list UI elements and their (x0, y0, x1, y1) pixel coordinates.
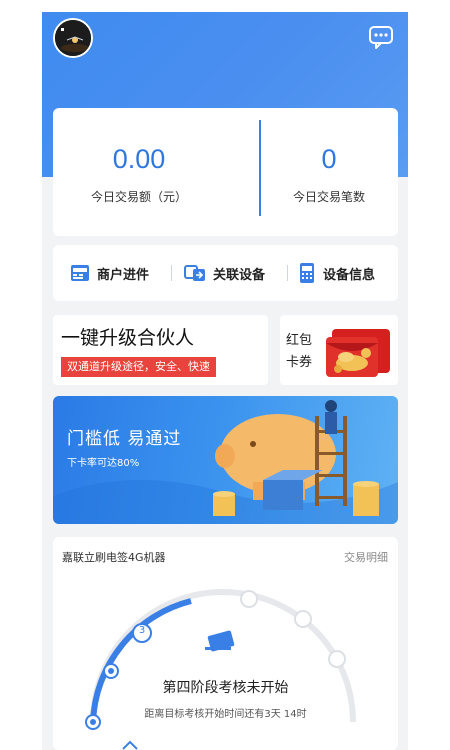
trade-count-stat[interactable]: 0 今日交易笔数 (243, 108, 408, 236)
promo-banner[interactable]: 门槛低 易通过 下卡率可达80% (53, 396, 398, 524)
current-step-number: 3 (138, 625, 146, 636)
message-button[interactable] (368, 24, 394, 50)
trade-amount-label: 今日交易额（元） (90, 190, 187, 204)
menu-separator (171, 265, 172, 281)
red-packet-coupon-card[interactable]: 红包 卡券 (280, 315, 398, 385)
coupon-label: 卡券 (286, 355, 313, 370)
upgrade-badge: 双通道升级途径，安全、快速 (61, 357, 216, 377)
trade-count-value: 0 (321, 144, 337, 174)
stage-countdown: 距离目标考核开始时间还有3天 14时 (144, 709, 307, 720)
screen: 0.00 今日交易额（元） 0 今日交易笔数 商户进件 关联设备 设备信息 一键… (42, 12, 408, 750)
red-packet-label: 红包 (286, 333, 313, 348)
card-icon (205, 630, 235, 652)
menu-merchant-onboarding[interactable]: 商户进件 (70, 245, 149, 301)
avatar[interactable] (53, 18, 93, 58)
assessment-progress-card: 嘉联立刷电签4G机器 交易明细 3 第四阶段考核未开始 距离目标考核开始时间还有… (53, 537, 398, 750)
quick-menu: 商户进件 关联设备 设备信息 (53, 245, 398, 301)
trade-amount-value: 0.00 (112, 144, 166, 174)
today-stats-card: 0.00 今日交易额（元） 0 今日交易笔数 (53, 108, 398, 236)
trade-count-label: 今日交易笔数 (292, 190, 365, 204)
red-envelope-icon (326, 329, 390, 377)
home-tab-icon[interactable] (122, 740, 138, 750)
banner-subtitle: 下卡率可达80% (67, 458, 140, 469)
trade-amount-stat[interactable]: 0.00 今日交易额（元） (53, 108, 225, 236)
transaction-detail-link[interactable]: 交易明细 (344, 549, 388, 565)
banner-title: 门槛低 易通过 (67, 429, 182, 449)
menu-device-info[interactable]: 设备信息 (298, 245, 375, 301)
stage-title: 第四阶段考核未开始 (162, 680, 289, 696)
menu-separator (287, 265, 288, 281)
upgrade-partner-card[interactable]: 一键升级合伙人 双通道升级途径，安全、快速 (53, 315, 268, 385)
link-device-icon (184, 265, 205, 281)
chat-bubble-icon (369, 26, 393, 49)
stage-progress-arc (85, 589, 356, 730)
device-name: 嘉联立刷电签4G机器 (62, 551, 166, 564)
app-root: 0.00 今日交易额（元） 0 今日交易笔数 商户进件 关联设备 设备信息 一键… (0, 0, 450, 750)
menu-link-device[interactable]: 关联设备 (184, 245, 265, 301)
device-info-icon (300, 263, 314, 283)
pos-icon (71, 265, 89, 281)
upgrade-title: 一键升级合伙人 (61, 327, 195, 349)
menu-link-device-label: 关联设备 (213, 267, 266, 283)
menu-device-info-label: 设备信息 (323, 267, 376, 283)
menu-merchant-onboarding-label: 商户进件 (97, 267, 150, 283)
